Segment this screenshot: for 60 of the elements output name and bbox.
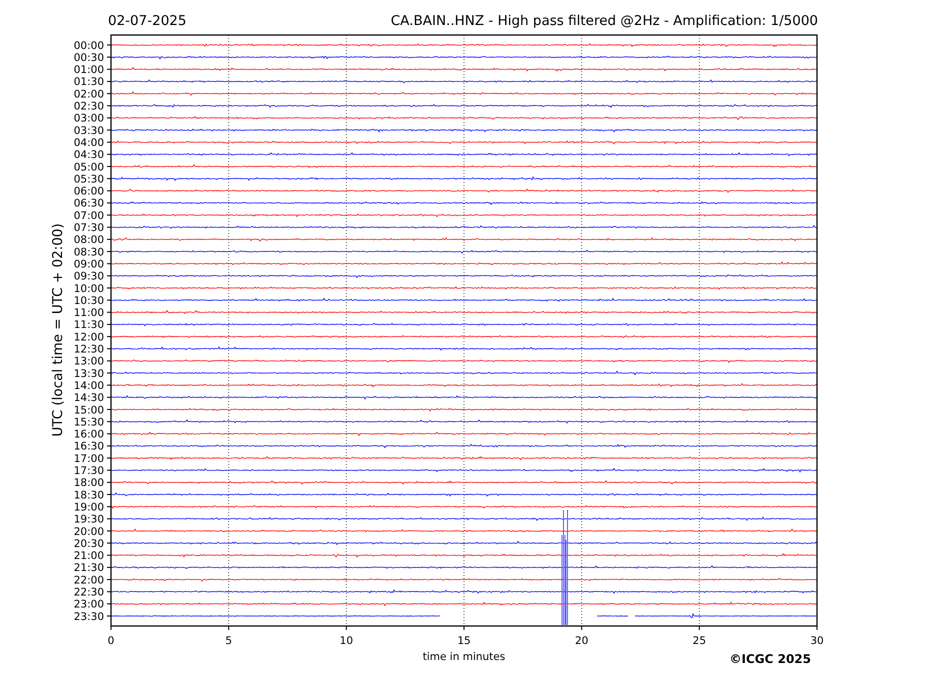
time-label: 01:00 [74,64,104,76]
tick-label: 25 [692,635,706,647]
time-label: 21:30 [74,562,104,574]
time-label: 03:00 [74,112,104,125]
time-label: 04:00 [74,137,104,149]
time-label: 00:30 [74,52,104,64]
time-label: 08:00 [74,234,104,246]
time-label: 22:30 [74,586,104,598]
time-label: 00:00 [74,40,104,52]
time-label: 01:30 [74,76,104,88]
time-label: 20:00 [74,526,104,538]
time-label: 07:00 [74,210,104,222]
time-label: 06:30 [74,198,104,210]
time-label: 11:00 [74,307,104,320]
tick-label: 10 [340,635,354,647]
time-label: 05:00 [74,161,104,174]
tick-label: 15 [457,635,471,647]
tick-label: 20 [574,635,588,647]
time-label: 13:00 [74,356,104,368]
plot-title: CA.BAIN..HNZ - High pass filtered @2Hz - Amplification: 1/5000 [390,13,818,29]
time-label: 09:30 [74,270,104,283]
time-label: 18:30 [74,489,104,502]
time-label: 15:00 [74,404,104,416]
time-label: 10:30 [74,294,104,307]
time-label: 12:00 [74,331,104,344]
time-label: 22:00 [74,574,104,586]
time-label: 02:30 [74,100,104,113]
time-label: 19:00 [74,501,104,514]
time-label: 10:00 [74,282,104,295]
time-label: 14:00 [74,380,104,392]
time-label: 06:00 [74,186,104,198]
time-label: 18:00 [74,477,104,490]
time-label: 21:00 [74,550,104,562]
time-label: 17:30 [74,465,104,478]
time-label: 20:30 [74,538,104,550]
tick-label: 30 [810,635,824,647]
time-label: 02:00 [74,88,104,100]
time-label: 17:00 [74,452,104,465]
copyright-text: ©ICGC 2025 [729,652,811,666]
time-label: 23:00 [74,598,104,611]
time-label: 07:30 [74,222,104,234]
time-label: 15:30 [74,416,104,428]
time-label: 12:30 [74,344,104,356]
time-label: 16:30 [74,440,104,453]
time-label: 23:30 [74,610,104,623]
time-label: 16:00 [74,428,104,441]
tick-label: 0 [108,635,114,647]
time-label: 04:30 [74,149,104,162]
x-axis-label: time in minutes [422,651,506,663]
y-axis-label: UTC (local time = UTC + 02:00) [50,223,66,437]
time-label: 03:30 [74,124,104,137]
time-label: 19:30 [74,514,104,526]
time-label: 14:30 [74,392,104,404]
tick-label: 5 [225,635,232,647]
time-label: 08:30 [74,246,104,258]
plot-date: 02-07-2025 [108,13,186,29]
time-label: 09:00 [74,258,104,270]
time-label: 05:30 [74,173,104,186]
time-label: 11:30 [74,319,104,332]
time-label: 13:30 [74,368,104,380]
